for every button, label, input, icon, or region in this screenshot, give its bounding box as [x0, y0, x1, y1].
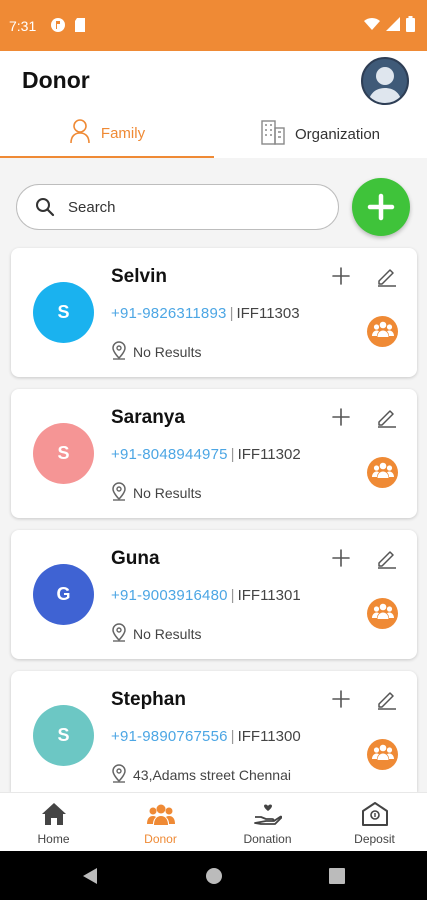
donation-hand-icon — [253, 802, 282, 829]
nav-donation-label: Donation — [243, 832, 292, 846]
bottom-nav: Home Donor Donation Deposit — [0, 792, 427, 851]
family-group-icon — [371, 320, 394, 343]
notification-icon — [50, 17, 66, 38]
edit-button[interactable] — [375, 687, 399, 711]
donor-address: 43,Adams street Chennai — [133, 767, 291, 783]
donor-initial-avatar: S — [33, 705, 94, 766]
nav-donor[interactable]: Donor — [107, 793, 214, 852]
donor-initial: S — [57, 725, 70, 745]
family-members-button[interactable] — [367, 598, 398, 629]
nav-deposit[interactable]: Deposit — [321, 793, 427, 852]
donor-contact-line: +91-9003916480 | IFF11301 — [111, 587, 301, 604]
family-group-icon — [371, 602, 394, 625]
person-icon — [69, 118, 91, 148]
app-header: Donor — [0, 51, 427, 110]
donor-address: No Results — [133, 344, 202, 360]
home-circle-icon[interactable] — [205, 867, 223, 890]
separator: | — [229, 305, 234, 322]
signal-icon — [386, 17, 400, 36]
donor-id: IFF11300 — [237, 728, 301, 745]
donor-initial: G — [56, 584, 71, 604]
donor-group-icon — [146, 802, 175, 829]
deposit-bank-icon — [361, 802, 388, 829]
donor-card[interactable]: S Saranya +91-8048944975 | IFF11302 No Res… — [11, 389, 417, 518]
donor-address-line: 43,Adams street Chennai — [111, 764, 291, 786]
family-members-button[interactable] — [367, 739, 398, 770]
donor-name: Guna — [111, 548, 160, 569]
page-title: Donor — [22, 67, 90, 93]
status-bar: 7:31 — [0, 0, 427, 51]
donor-initial: S — [57, 302, 70, 322]
donor-initial-avatar: G — [33, 564, 94, 625]
wifi-icon — [364, 17, 380, 36]
donor-tabs: Family Organization — [0, 110, 427, 158]
add-button[interactable] — [329, 264, 353, 288]
family-members-button[interactable] — [367, 457, 398, 488]
edit-button[interactable] — [375, 405, 399, 429]
separator: | — [230, 587, 235, 604]
location-pin-icon — [111, 764, 127, 786]
add-button[interactable] — [329, 687, 353, 711]
location-pin-icon — [111, 341, 127, 363]
building-icon — [261, 119, 285, 149]
back-icon[interactable] — [82, 867, 98, 890]
donor-initial: S — [57, 443, 70, 463]
donor-phone-link[interactable]: +91-9826311893 — [111, 305, 227, 322]
donor-contact-line: +91-9890767556 | IFF11300 — [111, 728, 301, 745]
battery-icon — [406, 16, 415, 37]
add-donor-button[interactable] — [352, 178, 410, 236]
avatar[interactable] — [361, 57, 409, 105]
donor-phone-link[interactable]: +91-8048944975 — [111, 446, 228, 463]
donor-phone-link[interactable]: +91-9890767556 — [111, 728, 228, 745]
separator: | — [230, 728, 235, 745]
edit-button[interactable] — [375, 546, 399, 570]
search-input[interactable]: Search — [16, 184, 339, 230]
search-placeholder: Search — [68, 199, 116, 216]
donor-name: Selvin — [111, 266, 167, 287]
donor-contact-line: +91-9826311893 | IFF11303 — [111, 305, 300, 322]
donor-name: Stephan — [111, 689, 186, 710]
recents-icon[interactable] — [329, 868, 345, 889]
separator: | — [230, 446, 235, 463]
tab-family[interactable]: Family — [0, 110, 214, 158]
donor-address-line: No Results — [111, 341, 201, 363]
donor-contact-line: +91-8048944975 | IFF11302 — [111, 446, 301, 463]
nav-home[interactable]: Home — [0, 793, 107, 852]
donor-initial-avatar: S — [33, 423, 94, 484]
tab-family-label: Family — [100, 124, 146, 142]
status-time: 7:31 — [9, 18, 37, 34]
nav-donation[interactable]: Donation — [214, 793, 321, 852]
system-nav-bar — [0, 851, 427, 900]
donor-card[interactable]: G Guna +91-9003916480 | IFF11301 No Result… — [11, 530, 417, 659]
edit-button[interactable] — [375, 264, 399, 288]
family-members-button[interactable] — [367, 316, 398, 347]
family-group-icon — [371, 461, 394, 484]
donor-card[interactable]: S Stephan +91-9890767556 | IFF11300 43,Ada… — [11, 671, 417, 792]
donor-name: Saranya — [111, 407, 185, 428]
donor-address-line: No Results — [111, 482, 201, 504]
nav-deposit-label: Deposit — [354, 832, 395, 846]
location-pin-icon — [111, 623, 127, 645]
tab-organization[interactable]: Organization — [214, 110, 427, 158]
donor-initial-avatar: S — [33, 282, 94, 343]
donor-phone-link[interactable]: +91-9003916480 — [111, 587, 228, 604]
donor-id: IFF11301 — [237, 587, 301, 604]
home-icon — [41, 802, 67, 829]
donor-id: IFF11302 — [237, 446, 301, 463]
add-button[interactable] — [329, 405, 353, 429]
nav-donor-label: Donor — [144, 832, 177, 846]
family-group-icon — [371, 743, 394, 766]
location-pin-icon — [111, 482, 127, 504]
sd-card-icon — [74, 17, 86, 38]
add-button[interactable] — [329, 546, 353, 570]
donor-address-line: No Results — [111, 623, 201, 645]
search-icon — [35, 197, 55, 222]
donor-address: No Results — [133, 485, 202, 501]
donor-id: IFF11303 — [236, 305, 300, 322]
tab-organization-label: Organization — [294, 125, 381, 143]
donor-card[interactable]: S Selvin +91-9826311893 | IFF11303 No Resu… — [11, 248, 417, 377]
nav-home-label: Home — [37, 832, 70, 846]
donor-address: No Results — [133, 626, 202, 642]
